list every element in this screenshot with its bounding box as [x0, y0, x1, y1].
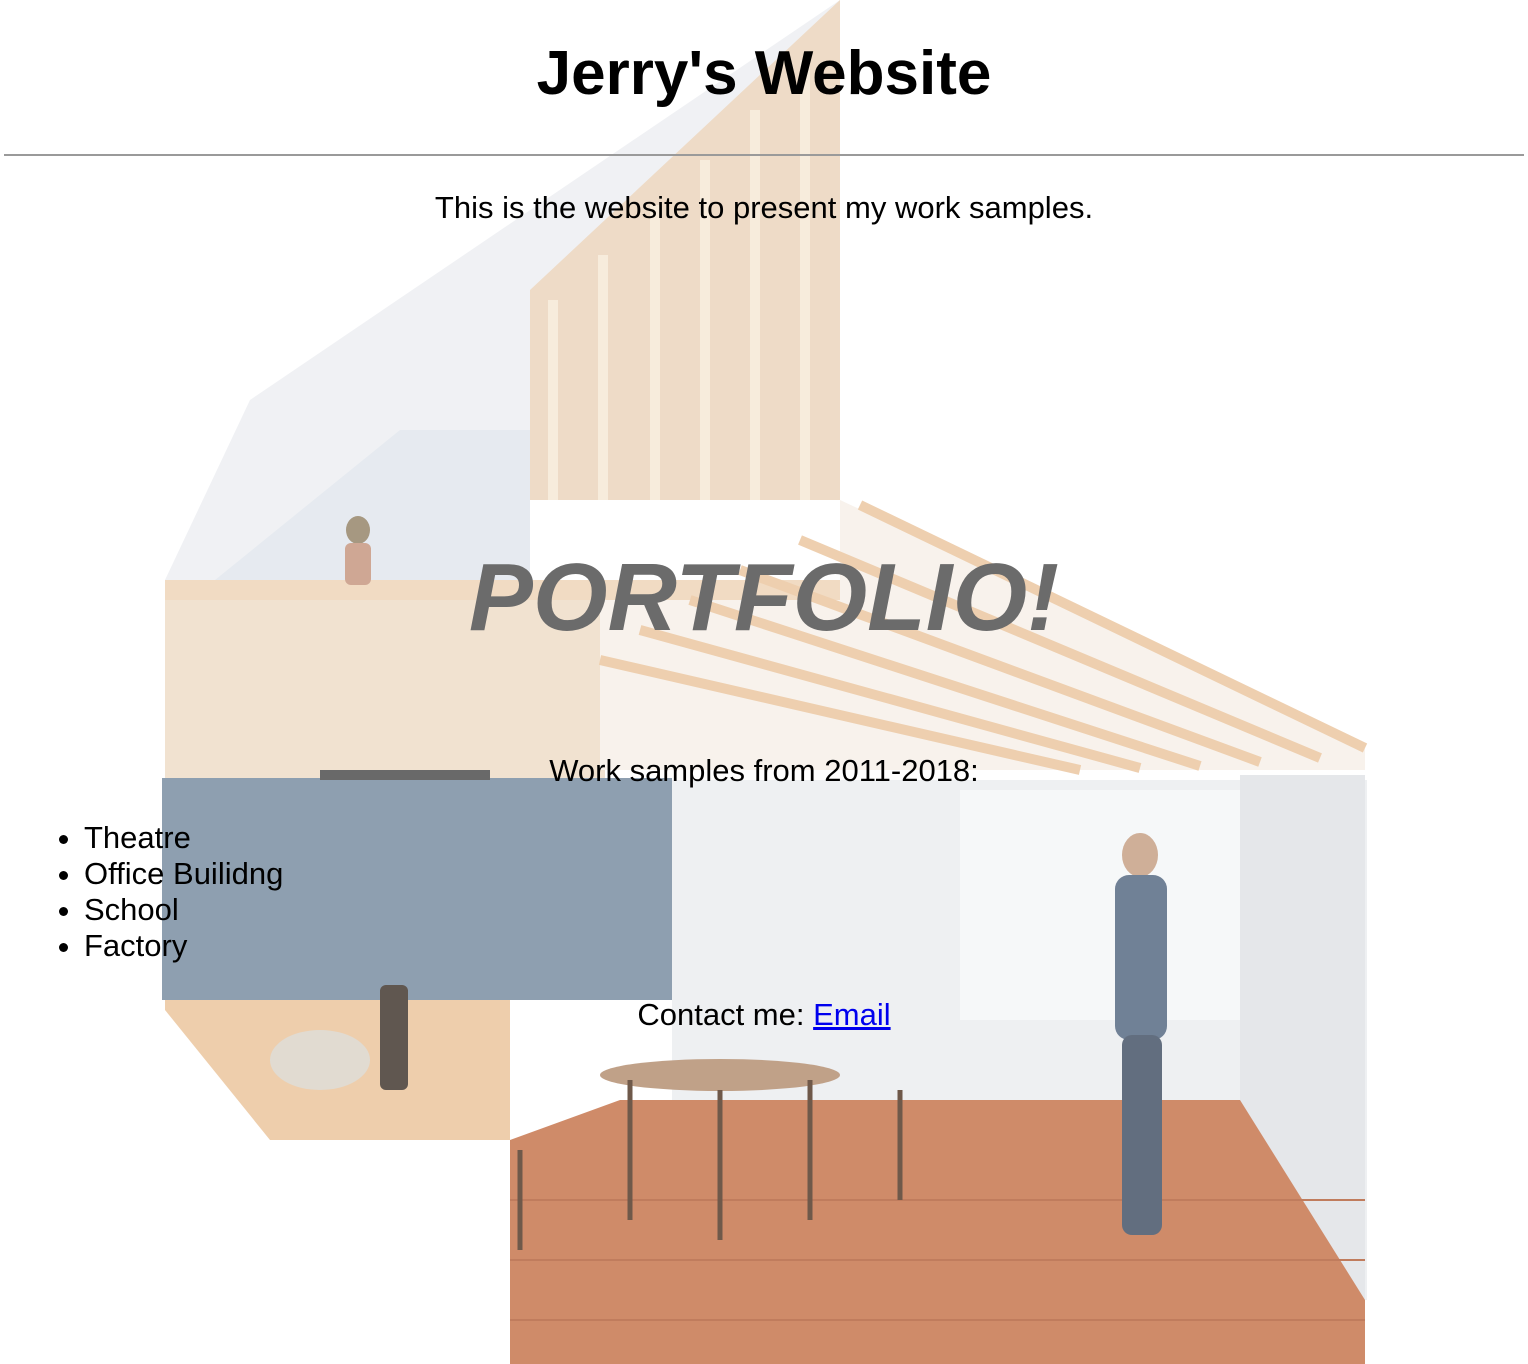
contact-line: Contact me: Email — [0, 997, 1528, 1033]
intro-text: This is the website to present my work s… — [434, 190, 1094, 225]
list-item: Theatre — [84, 820, 283, 856]
list-item: Factory — [84, 928, 283, 964]
work-samples-heading: Work samples from 2011-2018: — [549, 753, 979, 788]
list-item: Office Builidng — [84, 856, 283, 892]
portfolio-heading: PORTFOLIO! — [468, 544, 1060, 651]
email-link[interactable]: Email — [813, 997, 891, 1032]
horizontal-rule — [4, 154, 1524, 156]
work-samples-list: Theatre Office Builidng School Factory — [0, 820, 283, 964]
list-item: School — [84, 892, 283, 928]
contact-label: Contact me: — [637, 997, 805, 1032]
site-title: Jerry's Website — [536, 39, 992, 108]
